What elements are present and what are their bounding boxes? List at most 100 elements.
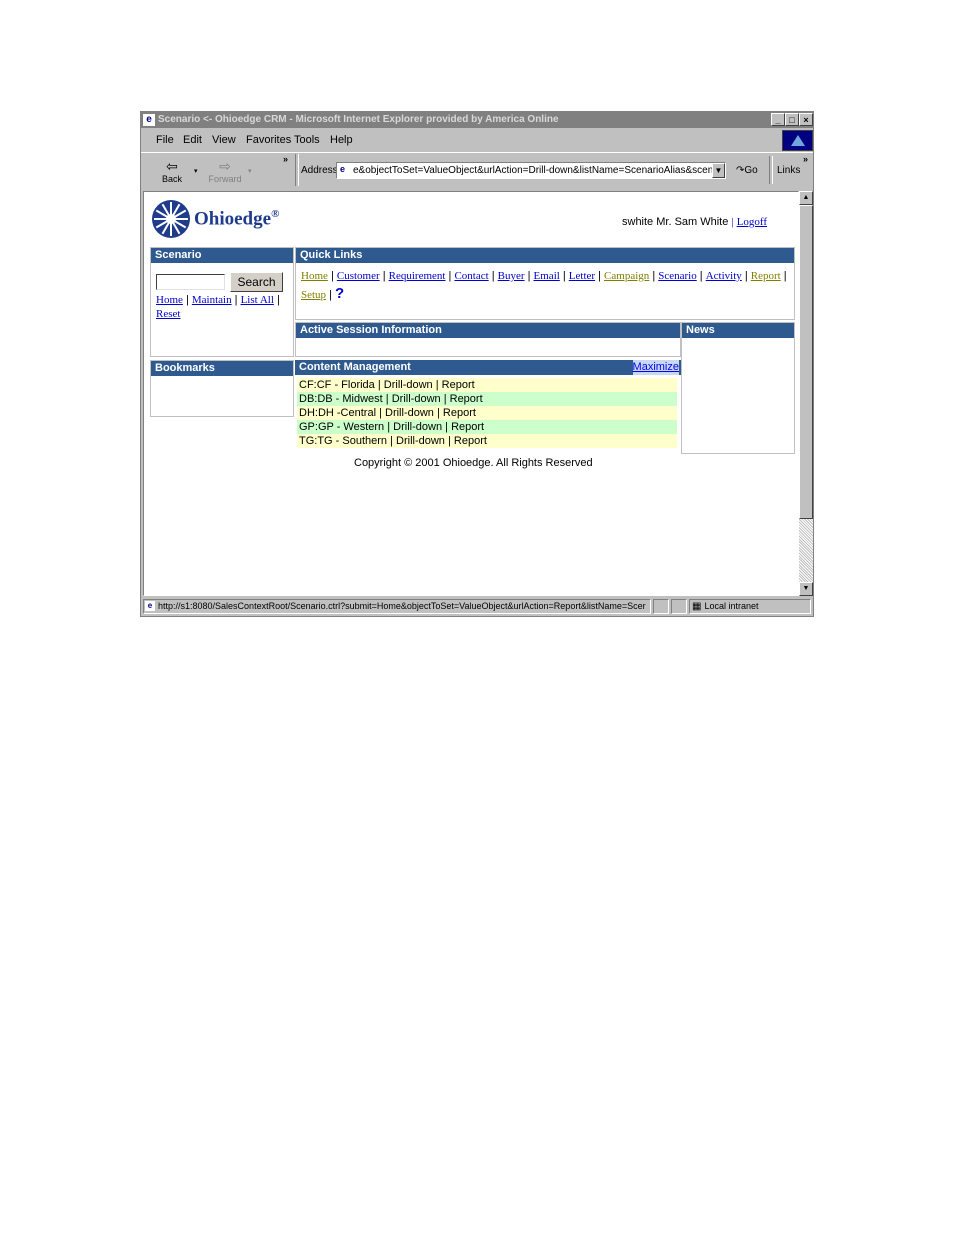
quick-link-scenario[interactable]: Scenario — [658, 270, 696, 282]
quick-link-setup[interactable]: Setup — [301, 289, 326, 301]
close-button[interactable]: × — [799, 113, 813, 126]
quick-links-panel: Quick Links Home | Customer | Requiremen… — [295, 247, 795, 320]
back-button[interactable]: ⇦ Back — [157, 158, 187, 184]
forward-button[interactable]: ⇨ Forward — [207, 158, 243, 184]
ie-page-icon: e — [145, 601, 155, 611]
quick-link-activity[interactable]: Activity — [706, 270, 742, 282]
minimize-button[interactable]: _ — [771, 113, 785, 126]
maximize-link[interactable]: Maximize — [632, 360, 679, 375]
report-link[interactable]: Report — [454, 435, 487, 447]
links-button[interactable]: Links — [777, 165, 800, 176]
menu-favorites[interactable]: Favorites — [246, 129, 291, 151]
scenario-search-input[interactable] — [156, 274, 225, 290]
logoff-link[interactable]: Logoff — [737, 216, 767, 228]
title-bar: e Scenario <- Ohioedge CRM - Microsoft I… — [141, 112, 813, 128]
scroll-up-icon[interactable]: ▲ — [799, 191, 813, 205]
quick-links-title: Quick Links — [296, 248, 794, 263]
window-title: Scenario <- Ohioedge CRM - Microsoft Int… — [158, 114, 559, 125]
quick-link-letter[interactable]: Letter — [569, 270, 595, 282]
status-cell — [653, 599, 669, 614]
search-button[interactable]: Search — [230, 272, 283, 292]
bookmarks-title: Bookmarks — [151, 361, 293, 376]
drill-down-link[interactable]: Drill-down — [385, 407, 434, 419]
forward-dropdown-icon[interactable]: ▾ — [248, 167, 252, 175]
scenario-panel-title: Scenario — [151, 248, 293, 263]
content-row: DH:DH -Central | Drill-down | Report — [297, 406, 677, 420]
user-name: swhite Mr. Sam White — [622, 216, 729, 228]
news-title: News — [682, 323, 794, 338]
menu-file[interactable]: File — [156, 129, 174, 151]
report-link[interactable]: Report — [443, 407, 476, 419]
content-row: GP:GP - Western | Drill-down | Report — [297, 420, 677, 434]
logo-text: Ohioedge® — [194, 208, 280, 230]
back-dropdown-icon[interactable]: ▾ — [194, 167, 198, 175]
quick-link-campaign[interactable]: Campaign — [604, 270, 649, 282]
scroll-track[interactable] — [799, 519, 813, 582]
scenario-maintain-link[interactable]: Maintain — [192, 294, 232, 306]
report-link[interactable]: Report — [450, 393, 483, 405]
copyright-text: Copyright © 2001 Ohioedge. All Rights Re… — [354, 457, 593, 469]
links-chevron-icon[interactable]: » — [803, 154, 808, 164]
scenario-reset-link[interactable]: Reset — [156, 308, 180, 320]
quick-link-email[interactable]: Email — [534, 270, 560, 282]
drill-down-link[interactable]: Drill-down — [396, 435, 445, 447]
vertical-scrollbar[interactable]: ▲ ▼ — [799, 191, 813, 596]
quick-links-list: Home | Customer | Requirement | Contact … — [301, 270, 787, 302]
status-cell — [671, 599, 687, 614]
user-info: swhite Mr. Sam White | Logoff — [622, 216, 768, 228]
news-panel: News — [681, 322, 795, 454]
go-button[interactable]: ↷Go — [736, 165, 758, 176]
content-management-panel: Content Management Maximize CF:CF - Flor… — [295, 360, 681, 454]
quick-link-contact[interactable]: Contact — [454, 270, 488, 282]
address-dropdown-button[interactable]: ▼ — [712, 163, 725, 178]
quick-link-buyer[interactable]: Buyer — [498, 270, 525, 282]
ie-page-icon: e — [143, 114, 155, 126]
content-row: TG:TG - Southern | Drill-down | Report — [297, 434, 677, 448]
ie-throbber-icon — [782, 130, 813, 151]
address-input[interactable]: e e&objectToSet=ValueObject&urlAction=Dri… — [336, 162, 726, 179]
scenario-links: Home | Maintain | List All | Reset — [156, 294, 280, 320]
menu-help[interactable]: Help — [330, 129, 353, 151]
drill-down-link[interactable]: Drill-down — [392, 393, 441, 405]
scroll-down-icon[interactable]: ▼ — [799, 582, 813, 596]
quick-link-customer[interactable]: Customer — [337, 270, 380, 282]
help-icon[interactable]: ? — [335, 285, 344, 302]
report-link[interactable]: Report — [442, 379, 475, 391]
toolbar-separator — [295, 154, 299, 186]
menu-tools[interactable]: Tools — [294, 129, 320, 151]
toolbar-separator — [769, 156, 773, 184]
content-management-title: Content Management Maximize — [295, 360, 681, 375]
bookmarks-panel: Bookmarks — [150, 360, 294, 417]
quick-link-report[interactable]: Report — [751, 270, 781, 282]
chevron-more-icon[interactable]: » — [283, 154, 288, 164]
active-session-title: Active Session Information — [296, 323, 680, 338]
active-session-panel: Active Session Information — [295, 322, 681, 357]
content-row: CF:CF - Florida | Drill-down | Report — [297, 378, 677, 392]
content-list: CF:CF - Florida | Drill-down | Report DB… — [297, 378, 677, 448]
page-icon: e — [340, 164, 351, 175]
wheel-logo-icon — [152, 200, 190, 238]
drill-down-link[interactable]: Drill-down — [393, 421, 442, 433]
scroll-thumb[interactable] — [799, 205, 813, 519]
forward-arrow-icon: ⇨ — [219, 158, 231, 174]
status-zone-cell: ▦ Local intranet — [689, 599, 811, 614]
intranet-icon: ▦ — [692, 601, 702, 612]
menu-view[interactable]: View — [212, 129, 236, 151]
menu-bar: File Edit View Favorites Tools Help — [141, 129, 813, 151]
menu-edit[interactable]: Edit — [183, 129, 202, 151]
status-url-cell: e http://s1:8080/SalesContextRoot/Scenari… — [143, 599, 651, 614]
content-row: DB:DB - Midwest | Drill-down | Report — [297, 392, 677, 406]
address-label: Address — [301, 165, 338, 176]
drill-down-link[interactable]: Drill-down — [384, 379, 433, 391]
page-viewport: Ohioedge® swhite Mr. Sam White | Logoff … — [143, 191, 799, 596]
scenario-home-link[interactable]: Home — [156, 294, 183, 306]
scenario-list-all-link[interactable]: List All — [241, 294, 274, 306]
status-bar: e http://s1:8080/SalesContextRoot/Scenari… — [141, 598, 813, 616]
back-arrow-icon: ⇦ — [166, 158, 178, 174]
quick-link-home[interactable]: Home — [301, 270, 328, 282]
scenario-panel: Scenario Search Home | Maintain | List A… — [150, 247, 294, 357]
maximize-button[interactable]: □ — [785, 113, 799, 126]
browser-window: e Scenario <- Ohioedge CRM - Microsoft I… — [140, 111, 814, 617]
report-link[interactable]: Report — [451, 421, 484, 433]
quick-link-requirement[interactable]: Requirement — [389, 270, 446, 282]
